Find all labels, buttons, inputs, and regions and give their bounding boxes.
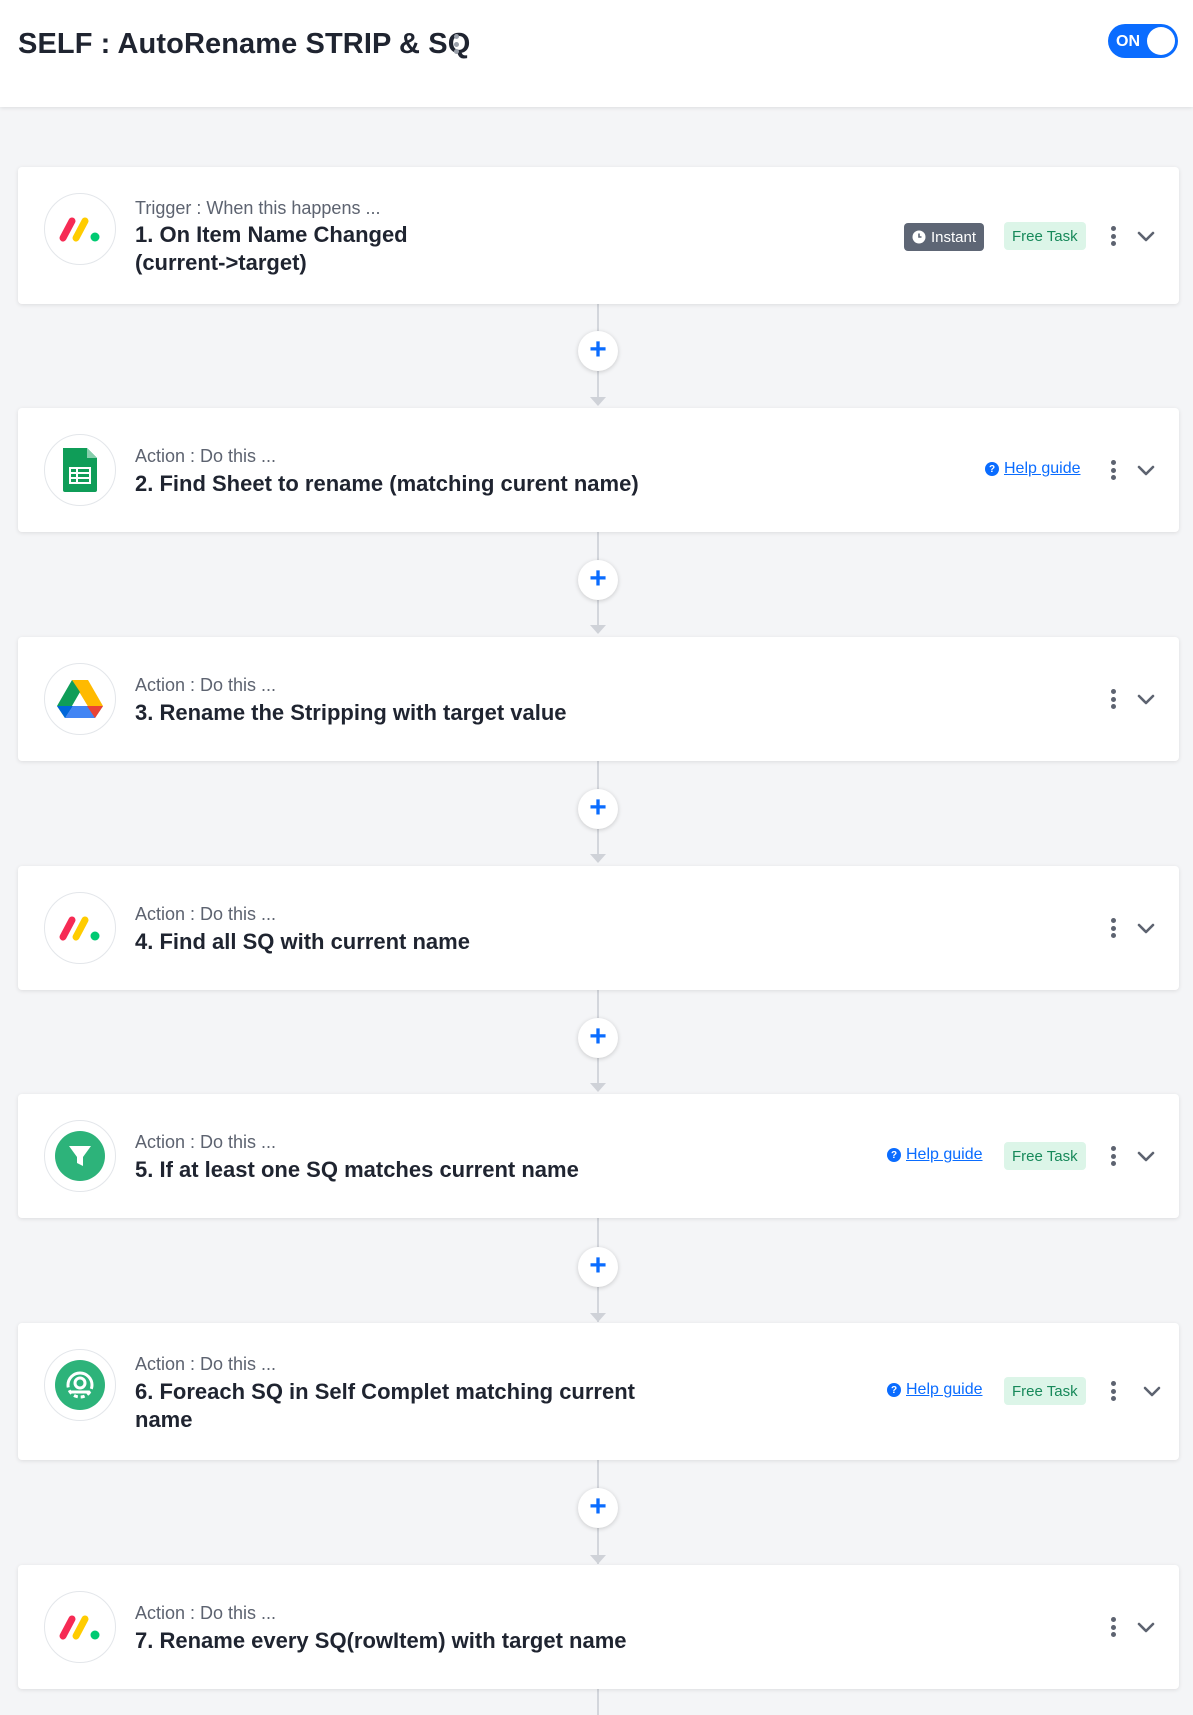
chevron-down-icon[interactable] (1136, 464, 1156, 478)
plus-icon: + (589, 332, 607, 366)
workflow-header: SELF : AutoRename STRIP & SQ ON (0, 0, 1193, 107)
connector-arrow-icon (590, 397, 606, 406)
chevron-down-icon[interactable] (1136, 922, 1156, 936)
connector-line (597, 1689, 599, 1715)
toggle-label: ON (1116, 33, 1140, 50)
step-title-line: 5. If at least one SQ matches current na… (135, 1157, 579, 1182)
step-title: 1. On Item Name Changed (current->target… (135, 221, 408, 277)
step-title-line: 7. Rename every SQ(rowItem) with target … (135, 1628, 627, 1653)
step-title: 2. Find Sheet to rename (matching curent… (135, 470, 639, 498)
chevron-down-icon[interactable] (1136, 230, 1156, 244)
plus-icon: + (589, 1489, 607, 1523)
step-type-label: Action : Do this ... (135, 1132, 277, 1152)
help-guide-label: Help guide (1004, 460, 1081, 477)
question-circle-icon: ? (887, 1148, 901, 1162)
step-title: 7. Rename every SQ(rowItem) with target … (135, 1627, 627, 1655)
free-task-badge: Free Task (1004, 1377, 1086, 1405)
free-task-badge: Free Task (1004, 222, 1086, 250)
step-card-6[interactable]: Action : Do this ... 6. Foreach SQ in Se… (18, 1323, 1179, 1460)
step-title: 6. Foreach SQ in Self Complet matching c… (135, 1378, 635, 1434)
iterator-icon (44, 1349, 116, 1421)
clock-icon (912, 230, 926, 244)
step-menu-kebab-icon[interactable] (1105, 918, 1121, 940)
free-task-badge: Free Task (1004, 1142, 1086, 1170)
add-step-button[interactable]: + (578, 789, 618, 829)
connector-arrow-icon (590, 1313, 606, 1322)
step-title-line: (current->target) (135, 250, 307, 275)
add-step-button[interactable]: + (578, 1247, 618, 1287)
step-title-line: name (135, 1407, 193, 1432)
step-card-3[interactable]: Action : Do this ... 3. Rename the Strip… (18, 637, 1179, 761)
connector-arrow-icon (590, 1555, 606, 1564)
filter-icon (44, 1120, 116, 1192)
plus-icon: + (589, 790, 607, 824)
step-type-label: Action : Do this ... (135, 1603, 277, 1623)
help-guide-link[interactable]: ? Help guide (887, 1146, 983, 1164)
plus-icon: + (589, 561, 607, 595)
step-menu-kebab-icon[interactable] (1105, 1617, 1121, 1639)
step-card-4[interactable]: Action : Do this ... 4. Find all SQ with… (18, 866, 1179, 990)
step-type-label: Action : Do this ... (135, 1354, 277, 1374)
step-menu-kebab-icon[interactable] (1105, 1381, 1121, 1403)
help-guide-label: Help guide (906, 1381, 983, 1398)
step-title: 5. If at least one SQ matches current na… (135, 1156, 579, 1184)
help-guide-label: Help guide (906, 1146, 983, 1163)
step-title: 3. Rename the Stripping with target valu… (135, 699, 567, 727)
google-sheets-icon (44, 434, 116, 506)
add-step-button[interactable]: + (578, 331, 618, 371)
step-menu-kebab-icon[interactable] (1105, 1146, 1121, 1168)
workflow-title[interactable]: SELF : AutoRename STRIP & SQ (18, 28, 470, 61)
step-title: 4. Find all SQ with current name (135, 928, 470, 956)
monday-logo-icon (44, 1591, 116, 1663)
connector-arrow-icon (590, 625, 606, 634)
step-title-line: 6. Foreach SQ in Self Complet matching c… (135, 1379, 635, 1404)
workflow-on-off-toggle[interactable]: ON (1108, 24, 1178, 58)
help-guide-link[interactable]: ? Help guide (985, 460, 1081, 478)
step-menu-kebab-icon[interactable] (1105, 226, 1121, 248)
monday-logo-icon (44, 193, 116, 265)
step-type-label: Action : Do this ... (135, 904, 277, 924)
step-type-label: Action : Do this ... (135, 446, 277, 466)
chevron-down-icon[interactable] (1136, 693, 1156, 707)
add-step-button[interactable]: + (578, 1488, 618, 1528)
step-type-label: Trigger : When this happens ... (135, 198, 381, 218)
step-title-line: 1. On Item Name Changed (135, 222, 408, 247)
question-circle-icon: ? (985, 462, 999, 476)
monday-logo-icon (44, 892, 116, 964)
step-card-5[interactable]: Action : Do this ... 5. If at least one … (18, 1094, 1179, 1218)
add-step-button[interactable]: + (578, 1018, 618, 1058)
step-type-label: Action : Do this ... (135, 675, 277, 695)
plus-icon: + (589, 1019, 607, 1053)
step-title-line: 3. Rename the Stripping with target valu… (135, 700, 567, 725)
step-title-line: 2. Find Sheet to rename (matching curent… (135, 471, 639, 496)
step-title-line: 4. Find all SQ with current name (135, 929, 470, 954)
plus-icon: + (589, 1248, 607, 1282)
step-card-2[interactable]: Action : Do this ... 2. Find Sheet to re… (18, 408, 1179, 532)
chevron-down-icon[interactable] (1142, 1385, 1162, 1399)
step-menu-kebab-icon[interactable] (1105, 689, 1121, 711)
connector-arrow-icon (590, 1083, 606, 1092)
chevron-down-icon[interactable] (1136, 1150, 1156, 1164)
connector-arrow-icon (590, 854, 606, 863)
step-card-7[interactable]: Action : Do this ... 7. Rename every SQ(… (18, 1565, 1179, 1689)
step-card-1[interactable]: Trigger : When this happens ... 1. On It… (18, 167, 1179, 304)
toggle-knob (1147, 27, 1175, 55)
step-menu-kebab-icon[interactable] (1105, 460, 1121, 482)
google-drive-icon (44, 663, 116, 735)
instant-badge: Instant (904, 223, 985, 251)
add-step-button[interactable]: + (578, 560, 618, 600)
workflow-menu-kebab-icon[interactable] (449, 34, 463, 58)
instant-badge-label: Instant (931, 228, 977, 246)
help-guide-link[interactable]: ? Help guide (887, 1381, 983, 1399)
question-circle-icon: ? (887, 1383, 901, 1397)
chevron-down-icon[interactable] (1136, 1621, 1156, 1635)
